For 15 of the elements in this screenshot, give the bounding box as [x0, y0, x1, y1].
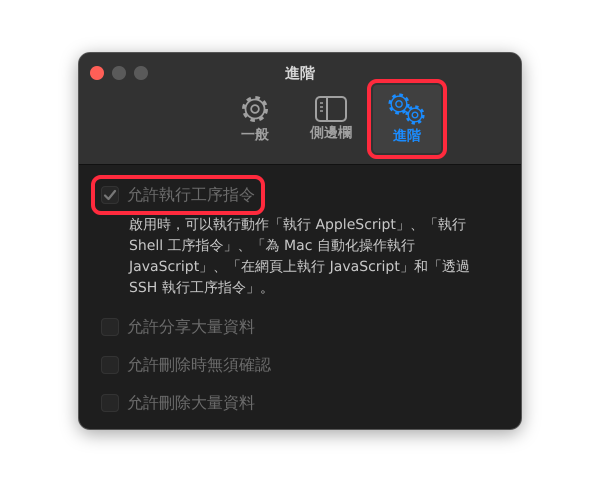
minimize-button[interactable] [112, 66, 126, 80]
zoom-button[interactable] [134, 66, 148, 80]
toolbar-tab[interactable]: 一般 [221, 85, 289, 153]
toolbar-tab[interactable]: 側邊欄 [297, 85, 365, 153]
checkbox-label: 允許分享大量資料 [127, 316, 255, 338]
close-button[interactable] [90, 66, 104, 80]
window-title: 進階 [285, 63, 315, 84]
sidebar-icon [314, 94, 348, 122]
option-description: 啟用時，可以執行動作「執行 AppleScript」、「執行 Shell 工序指令」、「為 Mac 自動化操作執行 JavaScript」、「在網頁上執行 JavaScript」和「透過 SSH 執行工序指令」。 [129, 216, 471, 298]
checkbox-label: 允許執行工序指令 [127, 184, 255, 206]
checkbox-label: 允許刪除時無須確認 [127, 354, 271, 376]
gears-icon [387, 92, 427, 126]
toolbar-tab[interactable]: 進階 [373, 85, 441, 153]
checkmark-icon [103, 188, 117, 202]
checkbox-label: 允許刪除大量資料 [127, 392, 255, 414]
